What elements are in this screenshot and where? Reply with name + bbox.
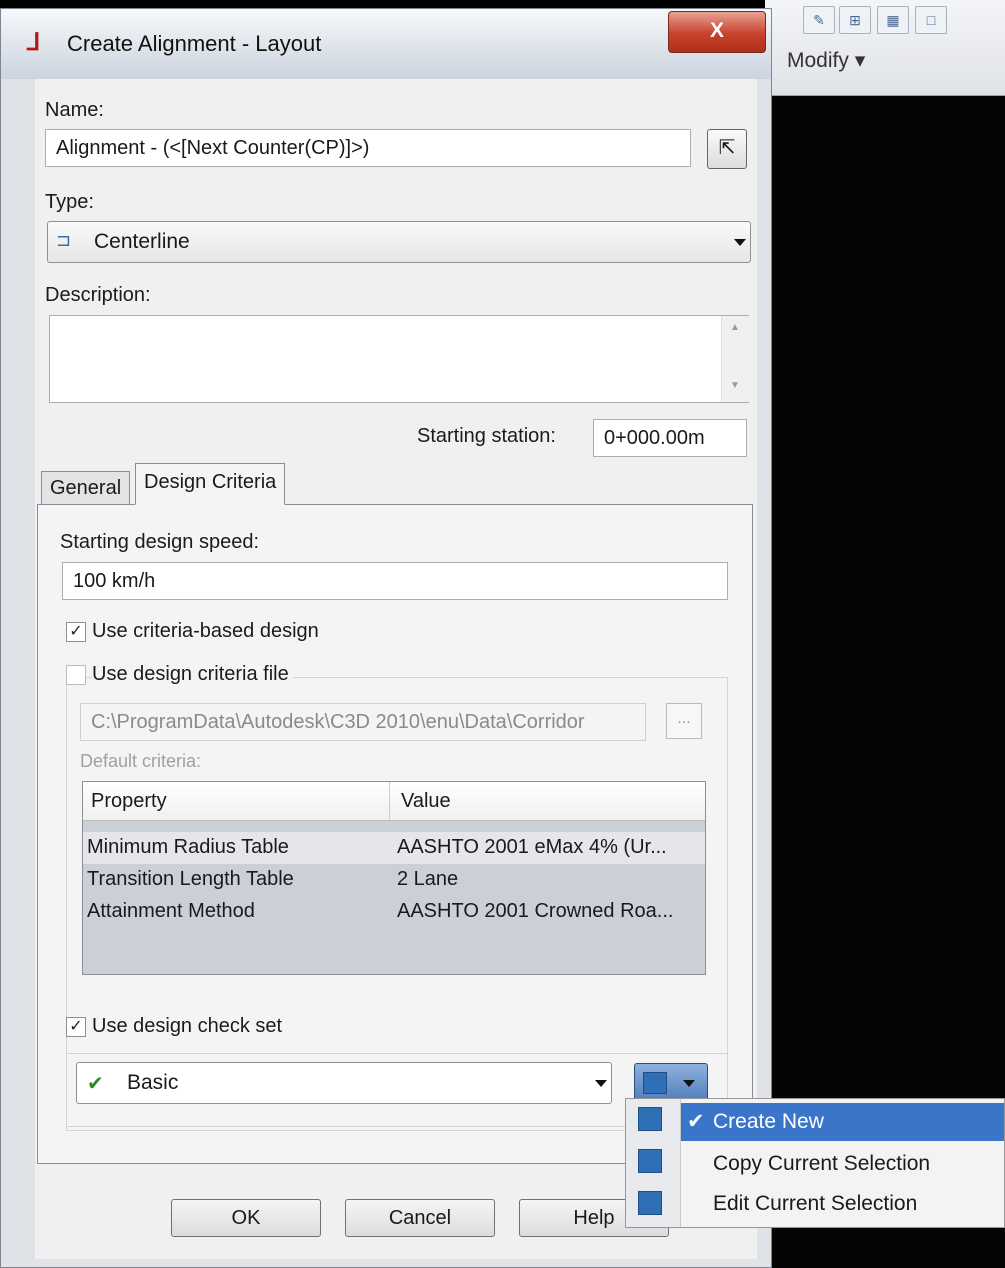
close-button[interactable]: X <box>668 11 766 53</box>
modify-panel-label[interactable]: Modify ▾ <box>787 48 865 73</box>
check-set-icon: ✔ <box>87 1073 104 1095</box>
copy-selection-icon <box>638 1149 662 1173</box>
starting-station-input[interactable]: 0+000.00m <box>593 419 747 457</box>
ribbon-tool-icon[interactable]: ⊞ <box>839 6 871 34</box>
design-speed-label: Starting design speed: <box>60 531 260 553</box>
title-bar[interactable]: ⅃ Create Alignment - Layout X <box>1 9 771 79</box>
menu-item-label: Edit Current Selection <box>713 1192 918 1215</box>
use-criteria-file-label[interactable]: Use design criteria file <box>92 663 293 686</box>
chevron-down-icon[interactable] <box>683 1080 695 1087</box>
check-set-menu: ✔ Create New Copy Current Selection Edit… <box>625 1098 1005 1228</box>
tab-general[interactable]: General <box>41 471 131 505</box>
ribbon-edit-icon[interactable]: ✎ <box>803 6 835 34</box>
create-alignment-dialog: ⅃ Create Alignment - Layout X Name: Alig… <box>0 8 772 1268</box>
grid-cell-value: 2 Lane <box>397 868 459 890</box>
menu-item-create-new[interactable]: ✔ Create New <box>681 1103 1004 1141</box>
menu-item-label: Copy Current Selection <box>713 1152 931 1175</box>
centerline-icon: ⊐ <box>56 230 72 250</box>
grid-cell-property: Transition Length Table <box>87 868 294 890</box>
grid-row[interactable]: Minimum Radius Table AASHTO 2001 eMax 4%… <box>83 832 705 864</box>
use-check-set-checkbox[interactable]: ✓ <box>66 1017 86 1037</box>
type-label: Type: <box>45 191 94 213</box>
menu-item-label: Create New <box>713 1110 824 1133</box>
ribbon-frame-icon[interactable]: □ <box>915 6 947 34</box>
name-template-button[interactable]: ⇱ <box>707 129 747 169</box>
starting-station-label: Starting station: <box>417 425 556 447</box>
name-input[interactable]: Alignment - (<[Next Counter(CP)]>) <box>45 129 691 167</box>
ribbon-panel: ✎ ⊞ ▦ □ Modify ▾ <box>765 0 1005 96</box>
tab-design-criteria[interactable]: Design Criteria <box>135 463 286 505</box>
name-template-icon: ⇱ <box>718 137 736 159</box>
cancel-button[interactable]: Cancel <box>345 1199 495 1237</box>
criteria-grid[interactable]: Property Value Minimum Radius Table AASH… <box>82 781 706 975</box>
grid-row[interactable]: Attainment Method AASHTO 2001 Crowned Ro… <box>83 896 705 928</box>
create-new-icon <box>643 1072 667 1094</box>
description-scrollbar[interactable]: ▲ ▼ <box>721 316 749 402</box>
scroll-up-icon[interactable]: ▲ <box>730 322 740 333</box>
grid-cell-property: Minimum Radius Table <box>87 836 289 858</box>
check-set-dropdown[interactable]: ✔ Basic <box>76 1062 612 1104</box>
chevron-down-icon <box>595 1080 607 1087</box>
window-title: Create Alignment - Layout <box>67 31 322 56</box>
column-header-property[interactable]: Property <box>91 790 167 813</box>
check-set-split-button[interactable] <box>634 1063 708 1103</box>
criteria-file-path[interactable]: C:\ProgramData\Autodesk\C3D 2010\enu\Dat… <box>80 703 646 741</box>
menu-item-edit-selection[interactable]: Edit Current Selection <box>681 1185 1004 1223</box>
use-criteria-file-checkbox[interactable] <box>66 665 86 685</box>
column-header-value[interactable]: Value <box>401 790 451 813</box>
menu-icon-gutter <box>626 1099 681 1227</box>
menu-item-copy-selection[interactable]: Copy Current Selection <box>681 1145 1004 1183</box>
checkmark-icon: ✔ <box>687 1110 705 1133</box>
chevron-down-icon <box>734 239 746 246</box>
edit-selection-icon <box>638 1191 662 1215</box>
grid-cell-value: AASHTO 2001 eMax 4% (Ur... <box>397 836 667 858</box>
scroll-down-icon[interactable]: ▼ <box>730 380 740 391</box>
use-check-set-label[interactable]: Use design check set <box>92 1015 282 1038</box>
use-criteria-checkbox[interactable]: ✓ <box>66 622 86 642</box>
description-label: Description: <box>45 284 151 306</box>
name-label: Name: <box>45 99 104 121</box>
description-textarea[interactable] <box>49 315 749 403</box>
drawing-canvas[interactable] <box>765 0 1005 1268</box>
civil3d-app-icon: ⅃ <box>27 29 41 56</box>
ok-button[interactable]: OK <box>171 1199 321 1237</box>
create-new-icon <box>638 1107 662 1131</box>
use-criteria-label[interactable]: Use criteria-based design <box>92 620 319 643</box>
grid-row[interactable]: Transition Length Table 2 Lane <box>83 864 705 896</box>
grid-cell-value: AASHTO 2001 Crowned Roa... <box>397 900 674 922</box>
type-dropdown[interactable]: ⊐ Centerline <box>47 221 751 263</box>
design-criteria-panel: Starting design speed: 100 km/h ✓ Use cr… <box>37 504 753 1164</box>
ribbon-grid-icon[interactable]: ▦ <box>877 6 909 34</box>
default-criteria-label: Default criteria: <box>80 751 202 771</box>
check-set-value: Basic <box>127 1071 179 1094</box>
browse-button[interactable]: ... <box>666 703 702 739</box>
dialog-body: Name: Alignment - (<[Next Counter(CP)]>)… <box>35 79 757 1259</box>
grid-cell-property: Attainment Method <box>87 900 255 922</box>
design-speed-input[interactable]: 100 km/h <box>62 562 728 600</box>
grid-header: Property Value <box>83 782 705 821</box>
type-value: Centerline <box>94 230 190 253</box>
